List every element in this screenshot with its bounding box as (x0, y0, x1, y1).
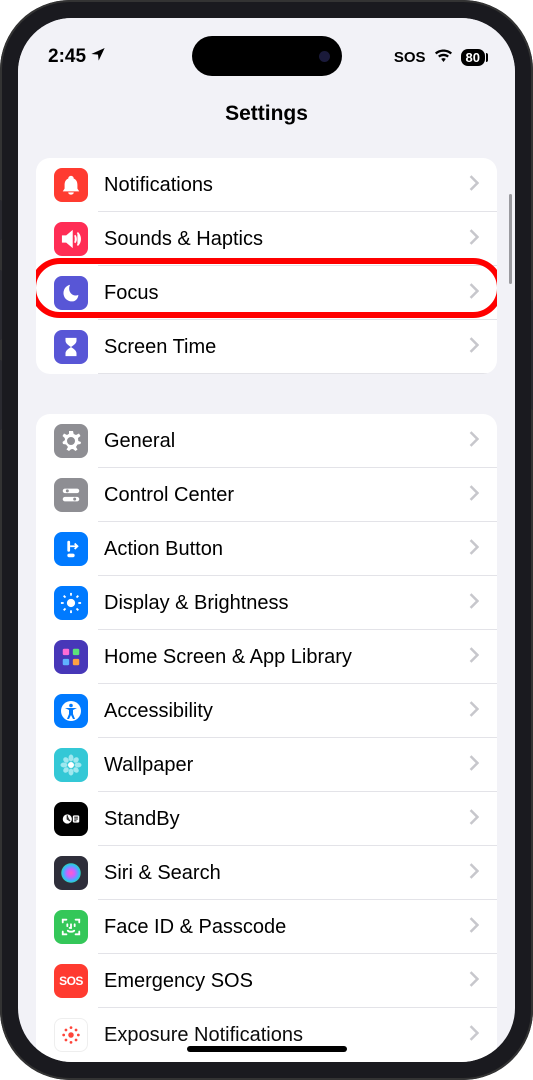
speaker-icon (54, 222, 88, 256)
chevron-right-icon (469, 485, 479, 506)
chevron-right-icon (469, 175, 479, 196)
row-label: Focus (104, 282, 469, 305)
settings-row-accessibility[interactable]: Accessibility (36, 684, 497, 738)
face-icon (54, 910, 88, 944)
switches-icon (54, 478, 88, 512)
gear-icon (54, 424, 88, 458)
moon-icon (54, 276, 88, 310)
settings-row-emergency-sos[interactable]: SOS Emergency SOS (36, 954, 497, 1008)
chevron-right-icon (469, 431, 479, 452)
chevron-right-icon (469, 647, 479, 668)
settings-content[interactable]: Notifications Sounds & Haptics Foc (18, 158, 515, 1062)
settings-row-wallpaper[interactable]: Wallpaper (36, 738, 497, 792)
volume-up (0, 270, 2, 340)
standby-icon (54, 802, 88, 836)
chevron-right-icon (469, 701, 479, 722)
settings-row-display-brightness[interactable]: Display & Brightness (36, 576, 497, 630)
mute-switch (0, 200, 2, 240)
settings-row-control-center[interactable]: Control Center (36, 468, 497, 522)
chevron-right-icon (469, 539, 479, 560)
chevron-right-icon (469, 917, 479, 938)
sos-indicator: SOS (394, 49, 426, 66)
bell-icon (54, 168, 88, 202)
settings-row-general[interactable]: General (36, 414, 497, 468)
settings-row-standby[interactable]: StandBy (36, 792, 497, 846)
row-label: Siri & Search (104, 862, 469, 885)
row-label: Screen Time (104, 336, 469, 359)
settings-row-siri-search[interactable]: Siri & Search (36, 846, 497, 900)
row-label: Action Button (104, 538, 469, 561)
location-icon (90, 46, 106, 68)
page-title: Settings (18, 84, 515, 140)
settings-row-exposure[interactable]: Exposure Notifications (36, 1008, 497, 1062)
row-label: Wallpaper (104, 754, 469, 777)
row-label: Control Center (104, 484, 469, 507)
settings-row-notifications[interactable]: Notifications (36, 158, 497, 212)
phone-frame: 2:45 SOS 80 Settings (0, 0, 533, 1080)
row-label: Accessibility (104, 700, 469, 723)
row-label: Notifications (104, 174, 469, 197)
chevron-right-icon (469, 1025, 479, 1046)
screen: 2:45 SOS 80 Settings (18, 18, 515, 1062)
settings-group-system: General Control Center Action Butt (36, 414, 497, 1062)
scroll-indicator[interactable] (509, 194, 512, 284)
flower-icon (54, 748, 88, 782)
settings-row-screen-time[interactable]: Screen Time (36, 320, 497, 374)
row-label: Exposure Notifications (104, 1024, 469, 1047)
grid-icon (54, 640, 88, 674)
settings-row-home-screen[interactable]: Home Screen & App Library (36, 630, 497, 684)
settings-row-action-button[interactable]: Action Button (36, 522, 497, 576)
dynamic-island (192, 36, 342, 76)
row-label: Emergency SOS (104, 970, 469, 993)
battery-indicator: 80 (461, 49, 485, 66)
settings-row-face-id[interactable]: Face ID & Passcode (36, 900, 497, 954)
row-label: Sounds & Haptics (104, 228, 469, 251)
settings-group-attention: Notifications Sounds & Haptics Foc (36, 158, 497, 374)
exposure-icon (54, 1018, 88, 1052)
row-label: Home Screen & App Library (104, 646, 469, 669)
chevron-right-icon (469, 755, 479, 776)
wifi-icon (434, 48, 453, 66)
volume-down (0, 360, 2, 430)
row-label: General (104, 430, 469, 453)
home-indicator[interactable] (187, 1046, 347, 1052)
siri-icon (54, 856, 88, 890)
chevron-right-icon (469, 863, 479, 884)
chevron-right-icon (469, 229, 479, 250)
sun-icon (54, 586, 88, 620)
settings-row-sounds-haptics[interactable]: Sounds & Haptics (36, 212, 497, 266)
sos-icon: SOS (54, 964, 88, 998)
row-label: StandBy (104, 808, 469, 831)
chevron-right-icon (469, 283, 479, 304)
chevron-right-icon (469, 809, 479, 830)
chevron-right-icon (469, 337, 479, 358)
row-label: Display & Brightness (104, 592, 469, 615)
chevron-right-icon (469, 593, 479, 614)
status-time: 2:45 (48, 46, 86, 68)
hourglass-icon (54, 330, 88, 364)
person-icon (54, 694, 88, 728)
row-label: Face ID & Passcode (104, 916, 469, 939)
settings-row-focus[interactable]: Focus (36, 266, 497, 320)
action-icon (54, 532, 88, 566)
chevron-right-icon (469, 971, 479, 992)
